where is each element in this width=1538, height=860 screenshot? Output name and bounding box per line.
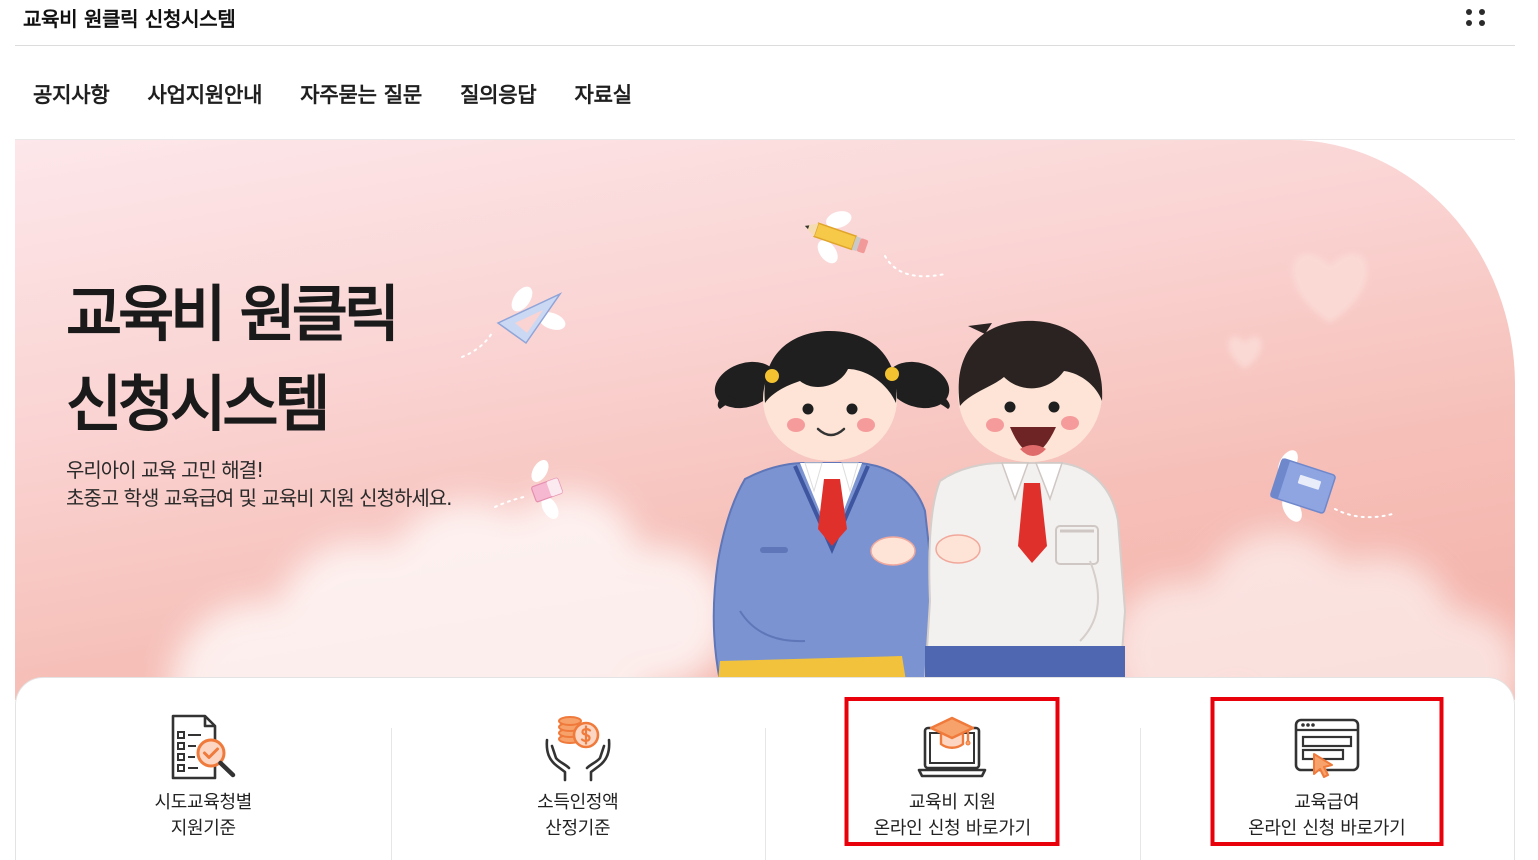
cloud-left [170, 491, 730, 700]
cloud-right [1110, 531, 1515, 700]
nav-item-faq[interactable]: 자주묻는 질문 [300, 79, 422, 111]
grid-dot [1479, 9, 1485, 15]
quick-link-education-benefit-apply[interactable]: 교육급여 온라인 신청 바로가기 [1139, 678, 1515, 860]
quick-link-label-line1: 시도교육청별 [154, 792, 253, 813]
quick-link-label-line2: 산정기준 [545, 818, 611, 839]
heart-large [1292, 253, 1368, 323]
top-bar: 교육비 원클릭 신청시스템 [15, 0, 1515, 46]
quick-link-label-line1: 교육급여 [1294, 792, 1360, 813]
boy-character [923, 320, 1127, 682]
grid-dot [1479, 20, 1485, 26]
quick-link-label-line2: 온라인 신청 바로가기 [873, 818, 1031, 839]
nav-item-qna[interactable]: 질의응답 [460, 79, 537, 111]
hero-subtitle: 우리아이 교육 고민 해결! 초중고 학생 교육급여 및 교육비 지원 신청하세… [66, 456, 453, 512]
hero-subtitle-line1: 우리아이 교육 고민 해결! [66, 458, 264, 482]
quick-link-label: 시도교육청별 지원기준 [16, 790, 391, 842]
main-nav: 공지사항 사업지원안내 자주묻는 질문 질의응답 자료실 [33, 79, 632, 111]
hero-title-line1: 교육비 원클릭 [66, 279, 400, 350]
quick-link-label: 소득인정액 산정기준 [391, 790, 766, 842]
browser-cursor-icon [1294, 718, 1360, 778]
quick-link-education-cost-apply[interactable]: 교육비 지원 온라인 신청 바로가기 [765, 678, 1140, 860]
winged-pencil [804, 211, 946, 278]
quick-link-label-line1: 소득인정액 [537, 792, 619, 813]
laptop-graduation-cap-icon [917, 716, 987, 778]
hero-banner: 교육비 원클릭 신청시스템 우리아이 교육 고민 해결! 초중고 학생 교육급여… [15, 140, 1515, 700]
quick-links: 시도교육청별 지원기준 소득인정액 산정기준 교육비 지원 온라인 신청 바로가… [15, 677, 1515, 860]
grid-dot [1466, 20, 1472, 26]
nav-item-program-guide[interactable]: 사업지원안내 [147, 79, 262, 111]
quick-link-label: 교육급여 온라인 신청 바로가기 [1140, 790, 1515, 842]
quick-link-support-criteria[interactable]: 시도교육청별 지원기준 [16, 678, 391, 860]
girl-character [712, 331, 950, 682]
quick-link-label-line2: 온라인 신청 바로가기 [1248, 818, 1406, 839]
nav-item-notices[interactable]: 공지사항 [33, 79, 110, 111]
document-search-icon [171, 714, 236, 780]
nav-item-resources[interactable]: 자료실 [575, 79, 633, 111]
hero-subtitle-line2: 초중고 학생 교육급여 및 교육비 지원 신청하세요. [66, 486, 453, 510]
quick-link-label-line2: 지원기준 [170, 818, 236, 839]
grid-dot [1466, 9, 1472, 15]
coins-hands-icon [545, 716, 611, 782]
quick-link-label: 교육비 지원 온라인 신청 바로가기 [765, 790, 1140, 842]
hero-title-line2: 신청시스템 [66, 369, 331, 440]
winged-ruler [461, 286, 566, 358]
quick-link-income-calculation[interactable]: 소득인정액 산정기준 [390, 678, 766, 860]
quick-link-label-line1: 교육비 지원 [908, 792, 996, 813]
heart-small [1228, 336, 1262, 369]
apps-grid-icon[interactable] [1463, 4, 1489, 30]
winged-book [1270, 450, 1397, 522]
app-title[interactable]: 교육비 원클릭 신청시스템 [23, 5, 236, 33]
